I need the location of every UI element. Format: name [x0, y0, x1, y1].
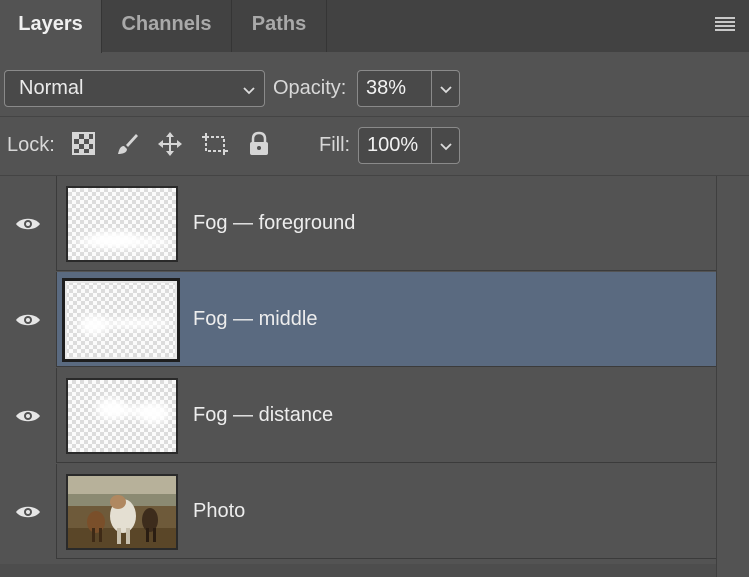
chevron-down-icon [240, 81, 258, 99]
layer-thumbnail[interactable] [62, 278, 180, 362]
lock-image-pixels-icon[interactable] [114, 131, 140, 157]
layer-row-selected[interactable]: Fog — middle [0, 272, 716, 367]
opacity-field[interactable]: 38% [357, 70, 460, 107]
eye-icon[interactable] [14, 407, 42, 425]
panel-footer [0, 564, 716, 577]
photo-thumbnail[interactable] [66, 474, 178, 550]
lock-all-icon[interactable] [247, 131, 273, 157]
visibility-toggle[interactable] [0, 368, 57, 463]
layer-name[interactable]: Fog — foreground [193, 212, 355, 235]
panel-menu-icon[interactable] [715, 17, 735, 31]
blend-mode-select[interactable]: Normal [4, 70, 265, 107]
visibility-toggle[interactable] [0, 272, 57, 367]
lock-transparent-pixels-icon[interactable] [71, 131, 97, 157]
layer-name[interactable]: Photo [193, 500, 245, 523]
fill-value: 100% [367, 134, 419, 156]
fill-field[interactable]: 100% [358, 127, 460, 164]
opacity-label: Opacity: [273, 77, 347, 99]
eye-icon[interactable] [14, 503, 42, 521]
lock-artboard-icon[interactable] [201, 131, 228, 157]
layers-scrollbar-track[interactable] [716, 176, 749, 577]
layer-row[interactable]: Fog — distance [0, 368, 716, 463]
visibility-toggle[interactable] [0, 464, 57, 559]
panel-tab-bar: Layers Channels Paths [0, 0, 749, 53]
visibility-toggle[interactable] [0, 176, 57, 271]
layer-row[interactable]: Photo [0, 464, 716, 559]
blend-mode-value: Normal [19, 77, 84, 99]
layer-thumbnail[interactable] [66, 186, 178, 262]
chevron-down-icon[interactable] [437, 80, 455, 98]
fill-label: Fill: [319, 134, 351, 156]
lock-position-icon[interactable] [157, 131, 183, 157]
eye-icon[interactable] [14, 311, 42, 329]
chevron-down-icon[interactable] [437, 137, 455, 155]
layer-row[interactable]: Fog — foreground [0, 176, 716, 271]
lock-label: Lock: [7, 134, 55, 156]
layer-thumbnail[interactable] [66, 378, 178, 454]
layer-name[interactable]: Fog — middle [193, 308, 318, 331]
tab-paths[interactable]: Paths [232, 0, 327, 52]
tab-channels[interactable]: Channels [102, 0, 232, 52]
tab-layers[interactable]: Layers [0, 0, 102, 53]
eye-icon[interactable] [14, 215, 42, 233]
layer-name[interactable]: Fog — distance [193, 404, 333, 427]
opacity-value: 38% [366, 77, 407, 99]
layers-list: Fog — foreground Fog — middle Fog — dist… [0, 176, 716, 564]
layers-panel: Layers Channels Paths Normal Opacity: 38… [0, 0, 749, 577]
